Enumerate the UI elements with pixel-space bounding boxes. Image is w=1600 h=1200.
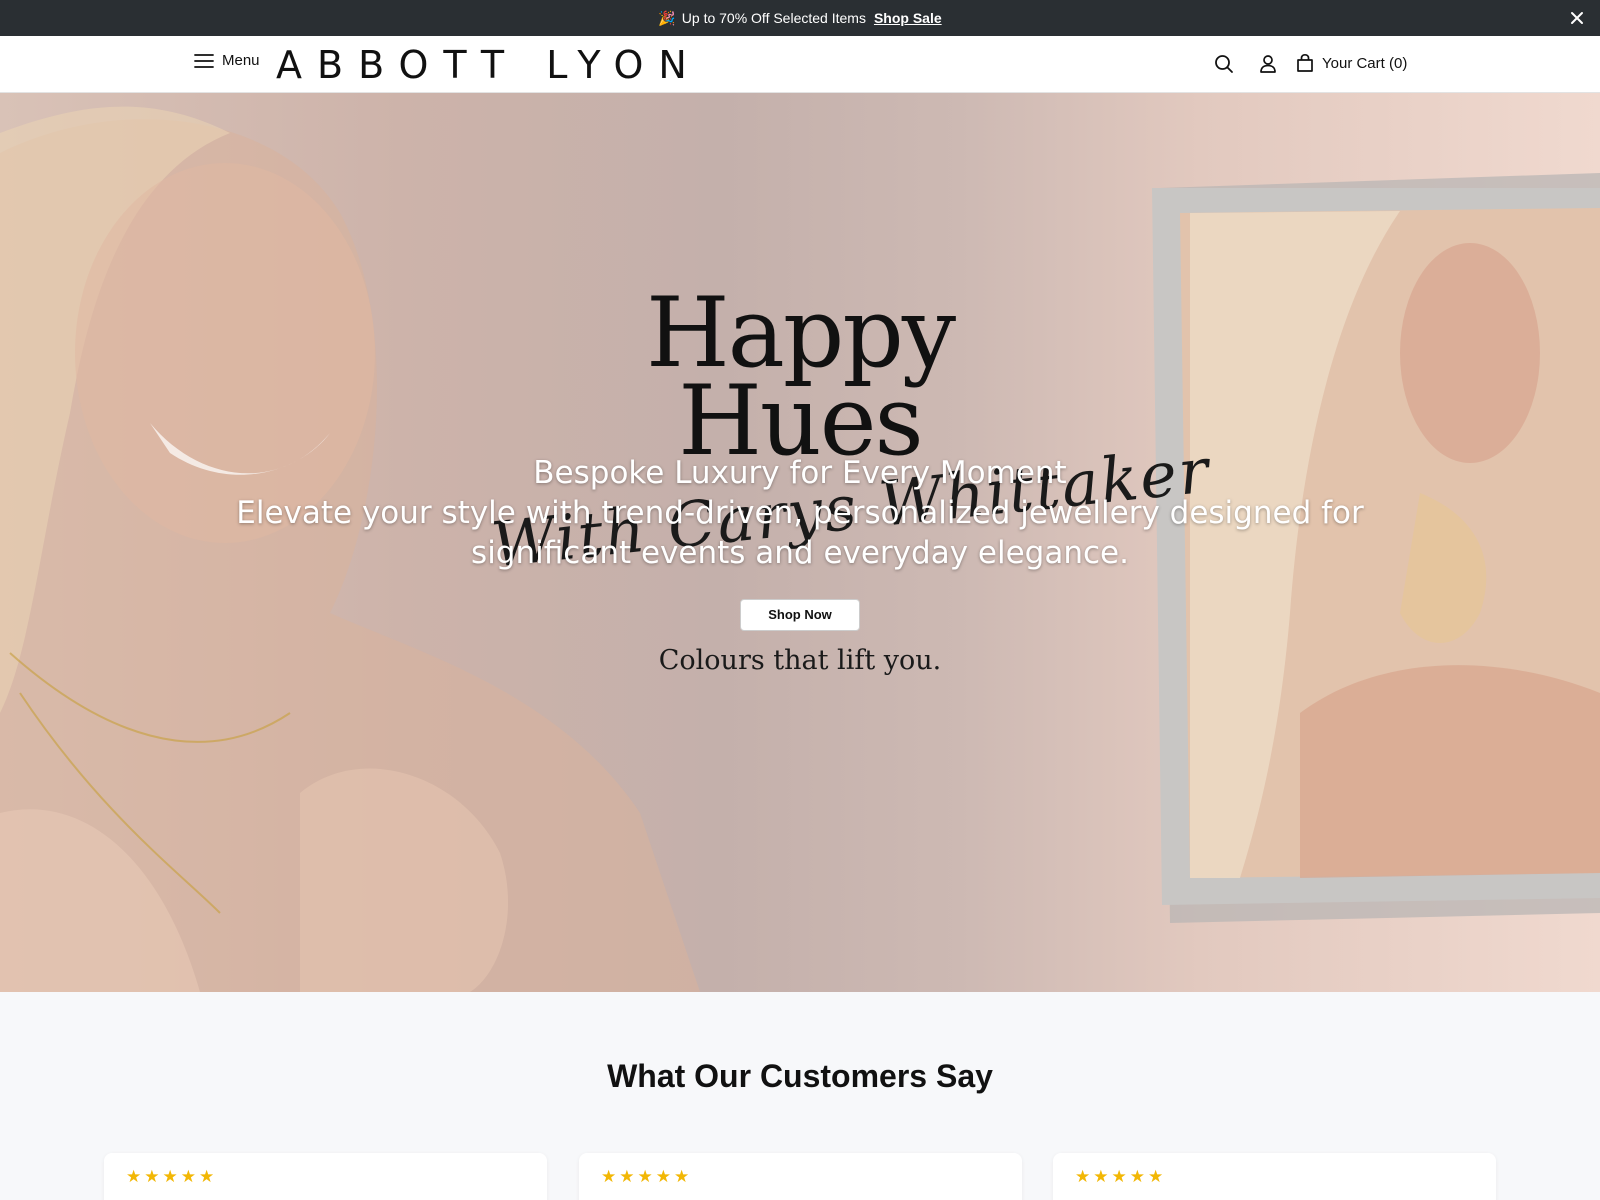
- menu-label: Menu: [222, 52, 260, 69]
- star-rating: ★★★★★: [601, 1167, 693, 1186]
- star-rating: ★★★★★: [126, 1167, 218, 1186]
- testimonials-title: What Our Customers Say: [607, 1058, 993, 1094]
- shop-sale-link[interactable]: Shop Sale: [874, 10, 942, 26]
- hero-tagline: Colours that lift you.: [658, 645, 942, 676]
- hamburger-menu-icon: [194, 53, 214, 68]
- site-logo[interactable]: ABBOTT LYON: [276, 44, 702, 86]
- hero-subtitle: Bespoke Luxury for Every Moment: [533, 455, 1067, 491]
- review-card: ★★★★★: [579, 1153, 1022, 1200]
- search-icon[interactable]: [1212, 52, 1236, 76]
- site-header: Menu ABBOTT LYON Your Cart (0): [0, 36, 1600, 93]
- cart-button[interactable]: Your Cart (0): [1296, 53, 1407, 73]
- star-rating: ★★★★★: [1075, 1167, 1167, 1186]
- shop-now-button[interactable]: Shop Now: [740, 599, 860, 631]
- account-icon[interactable]: [1256, 52, 1280, 76]
- close-icon[interactable]: [1568, 9, 1586, 27]
- shopping-bag-icon: [1297, 53, 1313, 72]
- review-card: ★★★★★: [1053, 1153, 1496, 1200]
- hero-description: Elevate your style with trend-driven, pe…: [236, 495, 1364, 571]
- announcement-text: Up to 70% Off Selected Items: [681, 10, 866, 26]
- review-card: ★★★★★: [104, 1153, 547, 1200]
- party-popper-icon: 🎉: [658, 9, 676, 26]
- announcement-bar: 🎉 Up to 70% Off Selected Items Shop Sale: [0, 0, 1600, 36]
- hero-banner: Happy Hues With Carys Whittaker Bespoke …: [0, 93, 1600, 992]
- cart-label: Your Cart (0): [1322, 54, 1408, 72]
- menu-button[interactable]: Menu: [194, 52, 260, 69]
